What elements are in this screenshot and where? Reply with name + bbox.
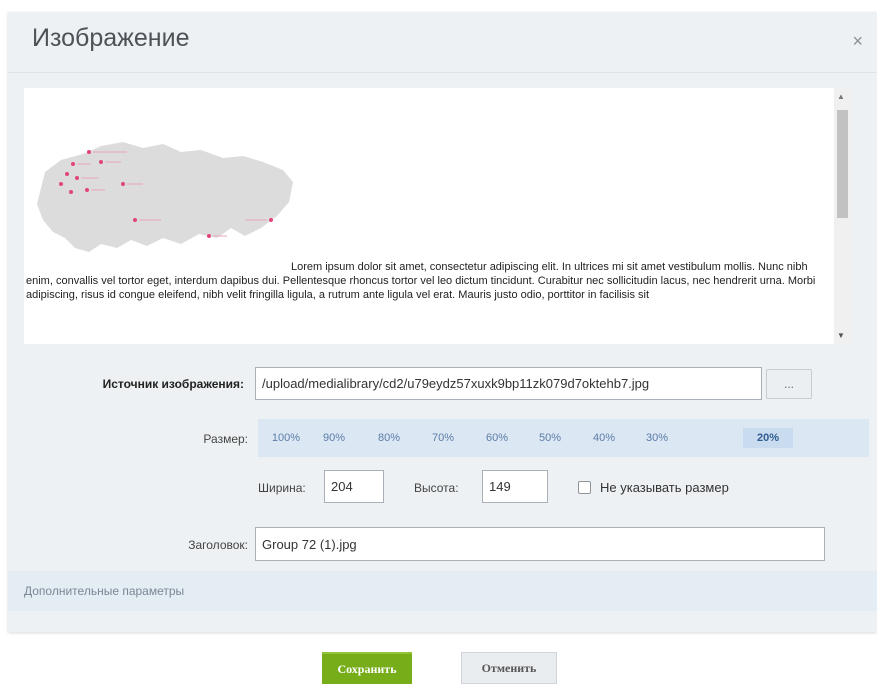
map-shape — [37, 142, 293, 252]
size-option-100[interactable]: 100% — [262, 428, 310, 448]
width-input[interactable]: 204 — [324, 470, 384, 503]
preview-text: Lorem ipsum dolor sit amet, consectetur … — [26, 261, 816, 301]
width-label: Ширина: — [258, 481, 306, 495]
size-option-30[interactable]: 30% — [637, 428, 677, 448]
size-option-60[interactable]: 60% — [477, 428, 517, 448]
scroll-down-icon[interactable]: ▼ — [837, 331, 845, 340]
size-label: Размер: — [203, 432, 248, 446]
size-option-70[interactable]: 70% — [423, 428, 463, 448]
size-option-90[interactable]: 90% — [314, 428, 354, 448]
extra-params-bar[interactable]: Дополнительные параметры — [8, 571, 877, 611]
scroll-up-icon[interactable]: ▲ — [837, 92, 845, 101]
caption-label: Заголовок: — [188, 538, 248, 552]
no-size-checkbox[interactable] — [578, 481, 591, 494]
cancel-button[interactable]: Отменить — [461, 652, 557, 684]
browse-button[interactable]: ... — [766, 369, 812, 399]
source-input[interactable]: /upload/medialibrary/cd2/u79eydz57xuxk9b… — [255, 367, 762, 400]
image-preview[interactable]: Lorem ipsum dolor sit amet, consectetur … — [24, 88, 839, 344]
size-option-80[interactable]: 80% — [369, 428, 409, 448]
close-icon[interactable]: × — [852, 32, 863, 50]
dialog-title: Изображение — [32, 24, 190, 52]
dialog-header: Изображение × — [8, 12, 877, 73]
caption-input[interactable]: Group 72 (1).jpg — [255, 527, 825, 561]
scroll-thumb[interactable] — [837, 110, 848, 218]
russia-map-image — [37, 142, 293, 252]
height-label: Высота: — [414, 481, 459, 495]
source-label: Источник изображения: — [102, 377, 244, 391]
preview-scrollbar[interactable]: ▲ ▼ — [834, 88, 851, 344]
extra-params-label[interactable]: Дополнительные параметры — [24, 584, 184, 598]
preview-content: Lorem ipsum dolor sit amet, consectetur … — [24, 88, 824, 344]
size-option-20[interactable]: 20% — [743, 428, 793, 448]
size-option-40[interactable]: 40% — [584, 428, 624, 448]
height-input[interactable]: 149 — [482, 470, 548, 503]
size-options: 100% 90% 80% 70% 60% 50% 40% 30% 20% — [258, 419, 869, 457]
save-button[interactable]: Сохранить — [322, 652, 412, 684]
size-option-50[interactable]: 50% — [530, 428, 570, 448]
no-size-label[interactable]: Не указывать размер — [600, 480, 729, 495]
